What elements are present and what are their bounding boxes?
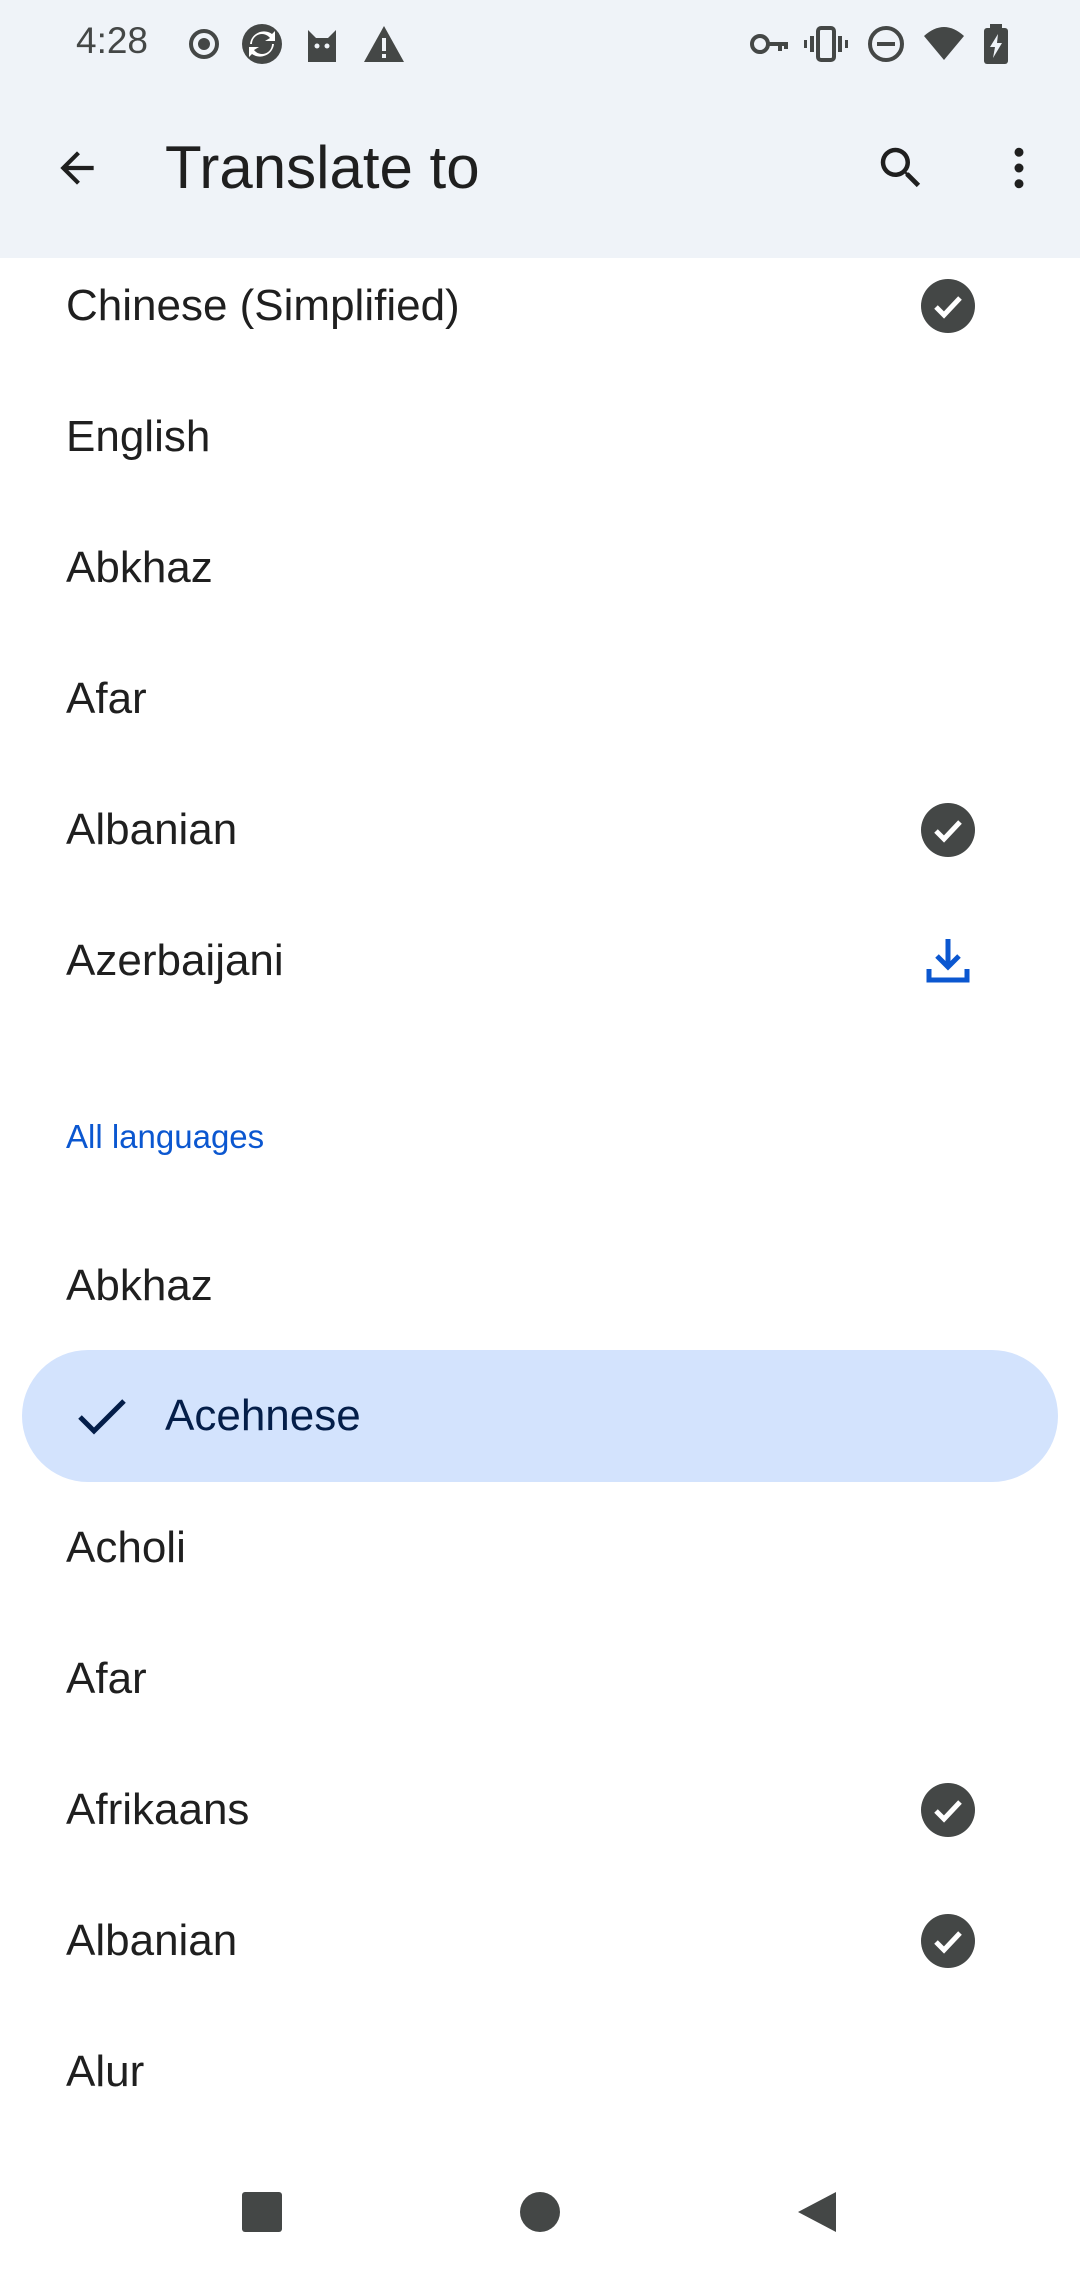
vibrate-icon: [804, 22, 848, 66]
sync-icon: [240, 22, 284, 66]
language-row-abkhaz[interactable]: Abkhaz: [0, 1220, 1080, 1351]
language-row-acehnese-selected[interactable]: Acehnese: [22, 1350, 1058, 1482]
battery-charging-icon: [974, 22, 1018, 66]
language-row-afrikaans[interactable]: Afrikaans: [0, 1744, 1080, 1875]
do-not-disturb-icon: [864, 22, 908, 66]
language-label: Afrikaans: [66, 1785, 250, 1834]
language-label: Afar: [66, 1654, 147, 1703]
language-label: Azerbaijani: [66, 936, 284, 985]
more-vert-icon: [1014, 147, 1024, 189]
language-row-azerbaijani[interactable]: Azerbaijani: [0, 895, 1080, 1026]
check-icon: [72, 1386, 132, 1446]
language-row-albanian[interactable]: Albanian: [0, 1875, 1080, 2006]
language-label: Albanian: [66, 805, 238, 854]
cat-icon: [300, 22, 344, 66]
language-label: Albanian: [66, 1916, 238, 1965]
more-options-button[interactable]: [982, 131, 1056, 205]
language-label: Abkhaz: [66, 543, 213, 592]
warning-icon: [362, 22, 406, 66]
download-icon[interactable]: [918, 931, 978, 991]
language-row-chinese-simplified[interactable]: Chinese (Simplified): [0, 240, 1080, 371]
downloaded-check-icon: [918, 800, 978, 860]
language-label: Acholi: [66, 1523, 186, 1572]
wifi-icon: [922, 22, 966, 66]
language-label: Abkhaz: [66, 1261, 213, 1310]
recents-button[interactable]: [230, 2180, 294, 2244]
record-icon: [182, 22, 226, 66]
back-triangle-icon: [798, 2192, 836, 2232]
language-label: Alur: [66, 2047, 145, 2096]
all-languages-header: All languages: [66, 1118, 265, 1155]
back-nav-button[interactable]: [786, 2180, 850, 2244]
page-title: Translate to: [165, 134, 480, 201]
search-button[interactable]: [864, 131, 938, 205]
app-bar: Translate to: [0, 88, 1080, 258]
back-button[interactable]: [40, 131, 114, 205]
language-row-afar[interactable]: Afar: [0, 633, 1080, 764]
home-circle-icon: [520, 2192, 560, 2232]
language-label: Acehnese: [165, 1391, 361, 1440]
language-label: Afar: [66, 674, 147, 723]
language-row-albanian[interactable]: Albanian: [0, 764, 1080, 895]
status-bar: 4:28: [0, 0, 1080, 88]
arrow-back-icon: [60, 151, 94, 185]
downloaded-check-icon: [918, 1911, 978, 1971]
downloaded-check-icon: [918, 276, 978, 336]
search-icon: [880, 147, 921, 188]
language-row-abkhaz[interactable]: Abkhaz: [0, 502, 1080, 633]
downloaded-check-icon: [918, 1780, 978, 1840]
language-row-acholi[interactable]: Acholi: [0, 1482, 1080, 1613]
home-button[interactable]: [508, 2180, 572, 2244]
key-icon: [748, 22, 792, 66]
language-label: Chinese (Simplified): [66, 281, 460, 330]
language-label: English: [66, 412, 211, 461]
status-time: 4:28: [76, 20, 149, 61]
language-row-afar[interactable]: Afar: [0, 1613, 1080, 1744]
navigation-bar: [0, 2140, 1080, 2280]
language-row-english[interactable]: English: [0, 371, 1080, 502]
language-row-alur[interactable]: Alur: [0, 2006, 1080, 2137]
recents-square-icon: [242, 2192, 282, 2232]
